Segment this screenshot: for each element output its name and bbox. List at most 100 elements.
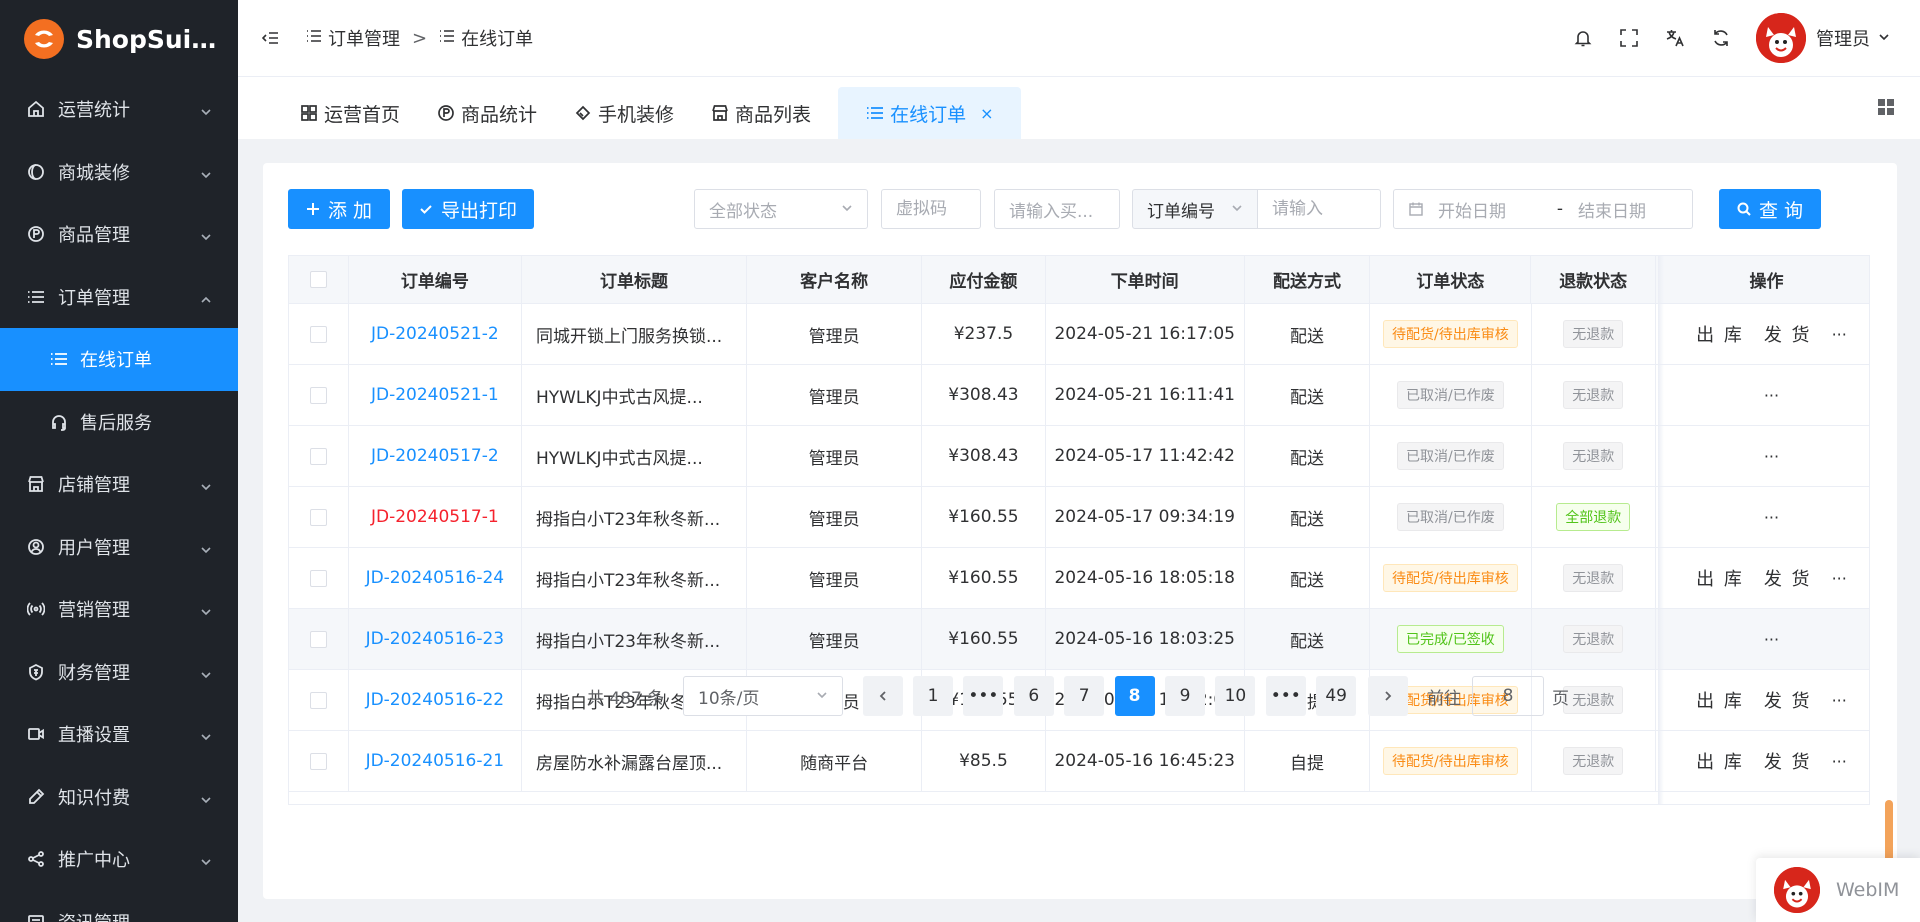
close-icon[interactable]: × bbox=[980, 104, 993, 123]
more-icon[interactable]: ··· bbox=[1832, 325, 1847, 344]
start-date-input[interactable]: 开始日期 bbox=[1438, 197, 1542, 222]
chevron-down-icon bbox=[841, 199, 853, 219]
more-icon[interactable]: ··· bbox=[1764, 447, 1779, 466]
page-7[interactable]: 7 bbox=[1064, 676, 1105, 716]
more-icon[interactable]: ··· bbox=[1764, 386, 1779, 405]
row-checkbox[interactable] bbox=[309, 508, 327, 526]
brand[interactable]: ShopSuite... bbox=[0, 0, 238, 78]
list-icon bbox=[26, 287, 46, 307]
sidebar-item-2[interactable]: 商品管理 bbox=[0, 203, 238, 266]
tab-4[interactable]: 在线订单 × bbox=[838, 87, 1022, 139]
add-button[interactable]: 添 加 bbox=[288, 189, 390, 229]
page-10[interactable]: 10 bbox=[1215, 676, 1256, 716]
row-checkbox[interactable] bbox=[309, 325, 327, 343]
export-print-button[interactable]: 导出打印 bbox=[402, 189, 534, 229]
order-no-link[interactable]: JD-20240521-2 bbox=[371, 324, 499, 344]
order-no-link[interactable]: JD-20240516-23 bbox=[366, 629, 505, 649]
sidebar-item-11[interactable]: 知识付费 bbox=[0, 766, 238, 829]
page-ellipsis[interactable]: ••• bbox=[1265, 676, 1306, 716]
order-no-link[interactable]: JD-20240516-21 bbox=[366, 751, 505, 771]
refund-badge: 无退款 bbox=[1563, 625, 1624, 653]
prev-page-button[interactable] bbox=[863, 676, 903, 716]
more-icon[interactable]: ··· bbox=[1832, 569, 1847, 588]
status-select[interactable]: 全部状态 bbox=[694, 189, 868, 229]
refresh-icon[interactable] bbox=[1710, 27, 1732, 49]
breadcrumb-item-order-management[interactable]: 订单管理 bbox=[306, 25, 400, 51]
more-icon[interactable]: ··· bbox=[1764, 508, 1779, 527]
page-1[interactable]: 1 bbox=[913, 676, 953, 716]
order-no-link[interactable]: JD-20240517-2 bbox=[371, 446, 499, 466]
outbound-button[interactable]: 出 库 bbox=[1696, 748, 1744, 774]
more-icon[interactable]: ··· bbox=[1764, 630, 1779, 649]
virtual-code-input[interactable] bbox=[881, 189, 981, 229]
orders-table: 订单编号 订单标题 客户名称 应付金额 下单时间 配送方式 订单状态 退款状态 操作 JD-20… bbox=[288, 255, 1870, 805]
sidebar-item-label: 直播设置 bbox=[58, 725, 130, 747]
buyer-input[interactable]: 请输入买... bbox=[994, 189, 1120, 229]
next-page-button[interactable] bbox=[1368, 676, 1408, 716]
sidebar-item-0[interactable]: 运营统计 bbox=[0, 78, 238, 141]
page-9[interactable]: 9 bbox=[1165, 676, 1205, 716]
sidebar-item-7[interactable]: 用户管理 bbox=[0, 516, 238, 579]
sidebar-item-10[interactable]: 直播设置 bbox=[0, 703, 238, 766]
ship-button[interactable]: 发 货 bbox=[1764, 565, 1812, 591]
row-checkbox[interactable] bbox=[309, 630, 327, 648]
page-8[interactable]: 8 bbox=[1114, 676, 1155, 716]
chevron-down-icon[interactable] bbox=[1870, 28, 1890, 48]
sidebar-item-5[interactable]: 售后服务 bbox=[0, 391, 238, 454]
sidebar-item-12[interactable]: 推广中心 bbox=[0, 828, 238, 891]
row-checkbox[interactable] bbox=[309, 569, 327, 587]
sidebar-item-1[interactable]: 商城装修 bbox=[0, 141, 238, 204]
tab-0[interactable]: 运营首页 bbox=[290, 87, 419, 139]
sidebar-item-3[interactable]: 订单管理 bbox=[0, 266, 238, 329]
bell-icon[interactable] bbox=[1572, 27, 1594, 49]
page-6[interactable]: 6 bbox=[1013, 676, 1054, 716]
pagination-total: 共 487 条 bbox=[587, 688, 665, 709]
tab-2[interactable]: 手机装修 bbox=[564, 87, 693, 139]
date-range-picker[interactable]: 开始日期 - 结束日期 bbox=[1393, 189, 1693, 229]
user-name[interactable]: 管理员 bbox=[1816, 25, 1870, 51]
tab-label: 运营首页 bbox=[324, 103, 401, 126]
sidebar-item-13[interactable]: 资讯管理 bbox=[0, 891, 238, 922]
sidebar-item-9[interactable]: 财务管理 bbox=[0, 641, 238, 704]
sidebar-item-8[interactable]: 营销管理 bbox=[0, 578, 238, 641]
collapse-sidebar-icon[interactable] bbox=[262, 26, 286, 50]
chevron-right-icon bbox=[1385, 691, 1392, 701]
status-badge: 已取消/已作废 bbox=[1397, 503, 1504, 531]
delivery-cell: 配送 bbox=[1245, 487, 1371, 547]
keyword-input[interactable] bbox=[1257, 189, 1381, 229]
end-date-input[interactable]: 结束日期 bbox=[1578, 197, 1646, 222]
row-checkbox[interactable] bbox=[309, 447, 327, 465]
row-checkbox[interactable] bbox=[309, 752, 327, 770]
more-icon[interactable]: ··· bbox=[1832, 752, 1847, 771]
page-size-select[interactable]: 10条/页 bbox=[683, 676, 843, 716]
fullscreen-icon[interactable] bbox=[1618, 27, 1640, 49]
sidebar-item-4[interactable]: 在线订单 bbox=[0, 328, 238, 391]
keyword-input-field[interactable] bbox=[1272, 199, 1366, 219]
ship-button[interactable]: 发 货 bbox=[1764, 321, 1812, 347]
breadcrumb-item-online-orders[interactable]: 在线订单 bbox=[439, 25, 533, 51]
page-ellipsis[interactable]: ••• bbox=[963, 676, 1004, 716]
translate-icon[interactable] bbox=[1664, 27, 1686, 49]
order-no-link[interactable]: JD-20240521-1 bbox=[371, 385, 499, 405]
order-no-link[interactable]: JD-20240517-1 bbox=[371, 507, 499, 527]
tab-1[interactable]: 商品统计 bbox=[427, 87, 556, 139]
row-select-cell bbox=[289, 304, 349, 364]
order-no-link[interactable]: JD-20240516-24 bbox=[366, 568, 505, 588]
row-checkbox[interactable] bbox=[309, 386, 327, 404]
plus-icon bbox=[306, 203, 319, 215]
virtual-code-input-field[interactable] bbox=[896, 199, 966, 219]
select-all-checkbox[interactable] bbox=[309, 271, 327, 288]
sidebar-item-6[interactable]: 店铺管理 bbox=[0, 453, 238, 516]
goto-page-input[interactable]: 8 bbox=[1472, 676, 1544, 716]
page-49[interactable]: 49 bbox=[1316, 676, 1357, 716]
outbound-button[interactable]: 出 库 bbox=[1696, 565, 1744, 591]
webim-widget[interactable]: WebIM bbox=[1756, 858, 1920, 922]
ship-button[interactable]: 发 货 bbox=[1764, 748, 1812, 774]
grid-menu-icon[interactable] bbox=[1876, 97, 1896, 117]
user-avatar[interactable] bbox=[1756, 13, 1806, 63]
order-field-select[interactable]: 订单编号 bbox=[1132, 189, 1258, 229]
outbound-button[interactable]: 出 库 bbox=[1696, 321, 1744, 347]
tab-3[interactable]: 商品列表 bbox=[701, 87, 830, 139]
query-button[interactable]: 查 询 bbox=[1719, 189, 1821, 229]
chevron-down-icon bbox=[200, 603, 212, 616]
